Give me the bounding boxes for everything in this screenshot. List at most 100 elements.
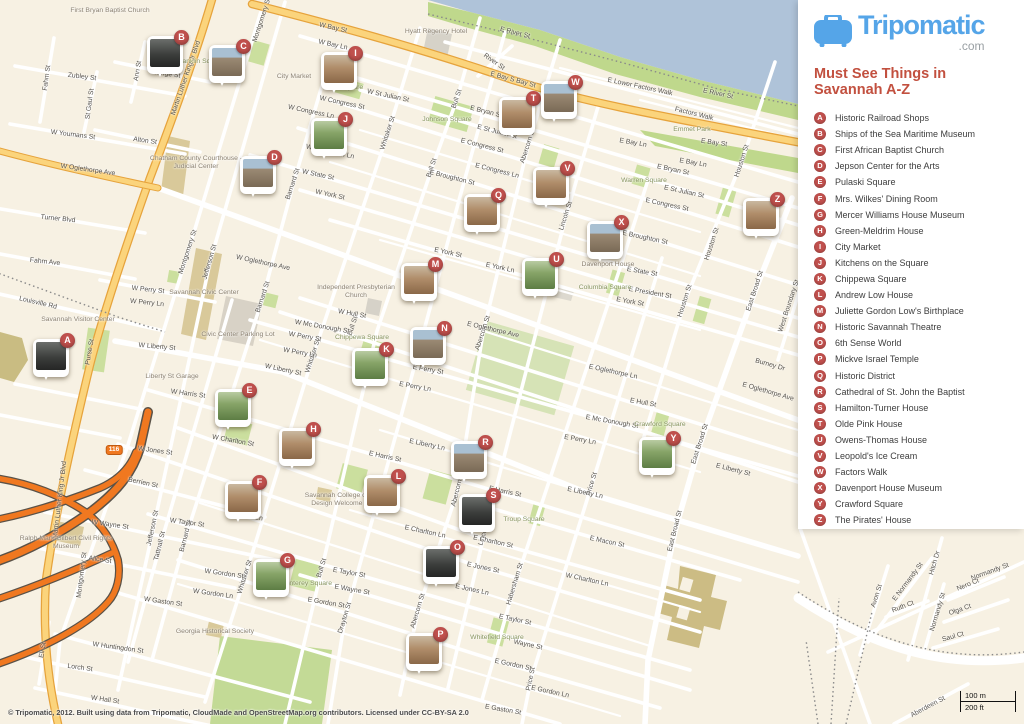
legend-item-P[interactable]: PMickve Israel Temple bbox=[814, 351, 1010, 367]
legend-badge: I bbox=[814, 241, 826, 253]
marker-letter-badge: C bbox=[236, 39, 251, 54]
map-marker-S[interactable]: S bbox=[459, 494, 495, 532]
map-marker-V[interactable]: V bbox=[533, 167, 569, 205]
map-marker-T[interactable]: T bbox=[499, 97, 535, 135]
map-marker-P[interactable]: P bbox=[406, 633, 442, 671]
map-marker-F[interactable]: F bbox=[225, 481, 261, 519]
legend-item-K[interactable]: KChippewa Square bbox=[814, 271, 1010, 287]
map-marker-N[interactable]: N bbox=[410, 327, 446, 365]
map-attribution: © Tripomatic, 2012. Built using data fro… bbox=[8, 708, 469, 717]
legend-label: City Market bbox=[835, 242, 881, 252]
legend-item-F[interactable]: FMrs. Wilkes' Dining Room bbox=[814, 190, 1010, 206]
savannah-map-poster: Zubley StW Youmans StOrange StAlton StAn… bbox=[0, 0, 1024, 724]
marker-letter-badge: Z bbox=[770, 192, 785, 207]
legend-label: Kitchens on the Square bbox=[835, 258, 929, 268]
map-marker-G[interactable]: G bbox=[253, 559, 289, 597]
legend-item-Q[interactable]: QHistoric District bbox=[814, 368, 1010, 384]
marker-letter-badge: P bbox=[433, 627, 448, 642]
legend-item-J[interactable]: J Kitchens on the Square bbox=[814, 255, 1010, 271]
legend-item-M[interactable]: MJuliette Gordon Low's Birthplace bbox=[814, 303, 1010, 319]
legend-label: Leopold's Ice Cream bbox=[835, 451, 917, 461]
marker-letter-badge: L bbox=[391, 469, 406, 484]
legend-item-A[interactable]: AHistoric Railroad Shops bbox=[814, 110, 1010, 126]
map-marker-O[interactable]: O bbox=[423, 546, 459, 584]
marker-letter-badge: Q bbox=[491, 188, 506, 203]
marker-photo bbox=[150, 39, 180, 67]
marker-photo bbox=[525, 261, 555, 289]
map-marker-Z[interactable]: Z bbox=[743, 198, 779, 236]
legend-label: Hamilton-Turner House bbox=[835, 403, 928, 413]
legend-label: Historic District bbox=[835, 371, 895, 381]
legend-badge: X bbox=[814, 482, 826, 494]
map-marker-Q[interactable]: Q bbox=[464, 194, 500, 232]
map-marker-C[interactable]: C bbox=[209, 45, 245, 83]
map-marker-B[interactable]: B bbox=[147, 36, 183, 74]
map-marker-U[interactable]: U bbox=[522, 258, 558, 296]
legend-label: Mrs. Wilkes' Dining Room bbox=[835, 194, 938, 204]
marker-letter-badge: J bbox=[338, 112, 353, 127]
marker-photo bbox=[536, 170, 566, 198]
map-marker-M[interactable]: M bbox=[401, 263, 437, 301]
legend-badge: Z bbox=[814, 514, 826, 526]
legend-item-G[interactable]: GMercer Williams House Museum bbox=[814, 207, 1010, 223]
marker-letter-badge: F bbox=[252, 475, 267, 490]
legend-badge: W bbox=[814, 466, 826, 478]
legend-item-N[interactable]: NHistoric Savannah Theatre bbox=[814, 319, 1010, 335]
map-marker-J[interactable]: J bbox=[311, 118, 347, 156]
map-marker-W[interactable]: W bbox=[541, 81, 577, 119]
legend-label: Historic Savannah Theatre bbox=[835, 322, 941, 332]
map-marker-A[interactable]: A bbox=[33, 339, 69, 377]
map-marker-H[interactable]: H bbox=[279, 428, 315, 466]
legend-label: Owens-Thomas House bbox=[835, 435, 927, 445]
legend-item-X[interactable]: XDavenport House Museum bbox=[814, 480, 1010, 496]
legend-item-O[interactable]: O6th Sense World bbox=[814, 335, 1010, 351]
marker-photo bbox=[409, 636, 439, 664]
legend-item-S[interactable]: S Hamilton-Turner House bbox=[814, 400, 1010, 416]
map-marker-D[interactable]: D bbox=[240, 156, 276, 194]
legend-badge: A bbox=[814, 112, 826, 124]
legend-item-U[interactable]: UOwens-Thomas House bbox=[814, 432, 1010, 448]
map-marker-L[interactable]: L bbox=[364, 475, 400, 513]
marker-letter-badge: S bbox=[486, 488, 501, 503]
route-116-shield: 116 bbox=[106, 445, 123, 455]
marker-letter-badge: R bbox=[478, 435, 493, 450]
marker-letter-badge: G bbox=[280, 553, 295, 568]
legend-label: Jepson Center for the Arts bbox=[835, 161, 940, 171]
marker-letter-badge: W bbox=[568, 75, 583, 90]
legend-item-B[interactable]: BShips of the Sea Maritime Museum bbox=[814, 126, 1010, 142]
legend-item-Y[interactable]: YCrawford Square bbox=[814, 496, 1010, 512]
legend-item-V[interactable]: VLeopold's Ice Cream bbox=[814, 448, 1010, 464]
marker-letter-badge: A bbox=[60, 333, 75, 348]
legend-item-I[interactable]: I City Market bbox=[814, 239, 1010, 255]
legend-item-D[interactable]: DJepson Center for the Arts bbox=[814, 158, 1010, 174]
map-marker-E[interactable]: E bbox=[215, 389, 251, 427]
map-marker-X[interactable]: X bbox=[587, 221, 623, 259]
marker-letter-badge: H bbox=[306, 422, 321, 437]
marker-photo bbox=[544, 84, 574, 112]
legend-badge: C bbox=[814, 144, 826, 156]
marker-letter-badge: K bbox=[379, 342, 394, 357]
legend-badge: R bbox=[814, 386, 826, 398]
legend-item-H[interactable]: HGreen-Meldrim House bbox=[814, 223, 1010, 239]
map-marker-Y[interactable]: Y bbox=[639, 437, 675, 475]
marker-letter-badge: X bbox=[614, 215, 629, 230]
legend-item-R[interactable]: RCathedral of St. John the Baptist bbox=[814, 384, 1010, 400]
brand-name: Tripomatic bbox=[858, 12, 985, 39]
legend-badge: J bbox=[814, 257, 826, 269]
map-marker-I[interactable]: I bbox=[321, 52, 357, 90]
legend-item-E[interactable]: EPulaski Square bbox=[814, 174, 1010, 190]
suitcase-icon bbox=[814, 15, 852, 47]
marker-photo bbox=[367, 478, 397, 506]
marker-photo bbox=[218, 392, 248, 420]
legend-item-C[interactable]: CFirst African Baptist Church bbox=[814, 142, 1010, 158]
legend-item-T[interactable]: TOlde Pink House bbox=[814, 416, 1010, 432]
legend-item-W[interactable]: WFactors Walk bbox=[814, 464, 1010, 480]
map-marker-K[interactable]: K bbox=[352, 348, 388, 386]
legend-item-L[interactable]: LAndrew Low House bbox=[814, 287, 1010, 303]
legend-badge: S bbox=[814, 402, 826, 414]
marker-photo bbox=[590, 224, 620, 252]
scale-imperial: 200 ft bbox=[960, 702, 1016, 712]
legend-item-Z[interactable]: ZThe Pirates' House bbox=[814, 512, 1010, 528]
map-marker-R[interactable]: R bbox=[451, 441, 487, 479]
legend-badge: E bbox=[814, 176, 826, 188]
